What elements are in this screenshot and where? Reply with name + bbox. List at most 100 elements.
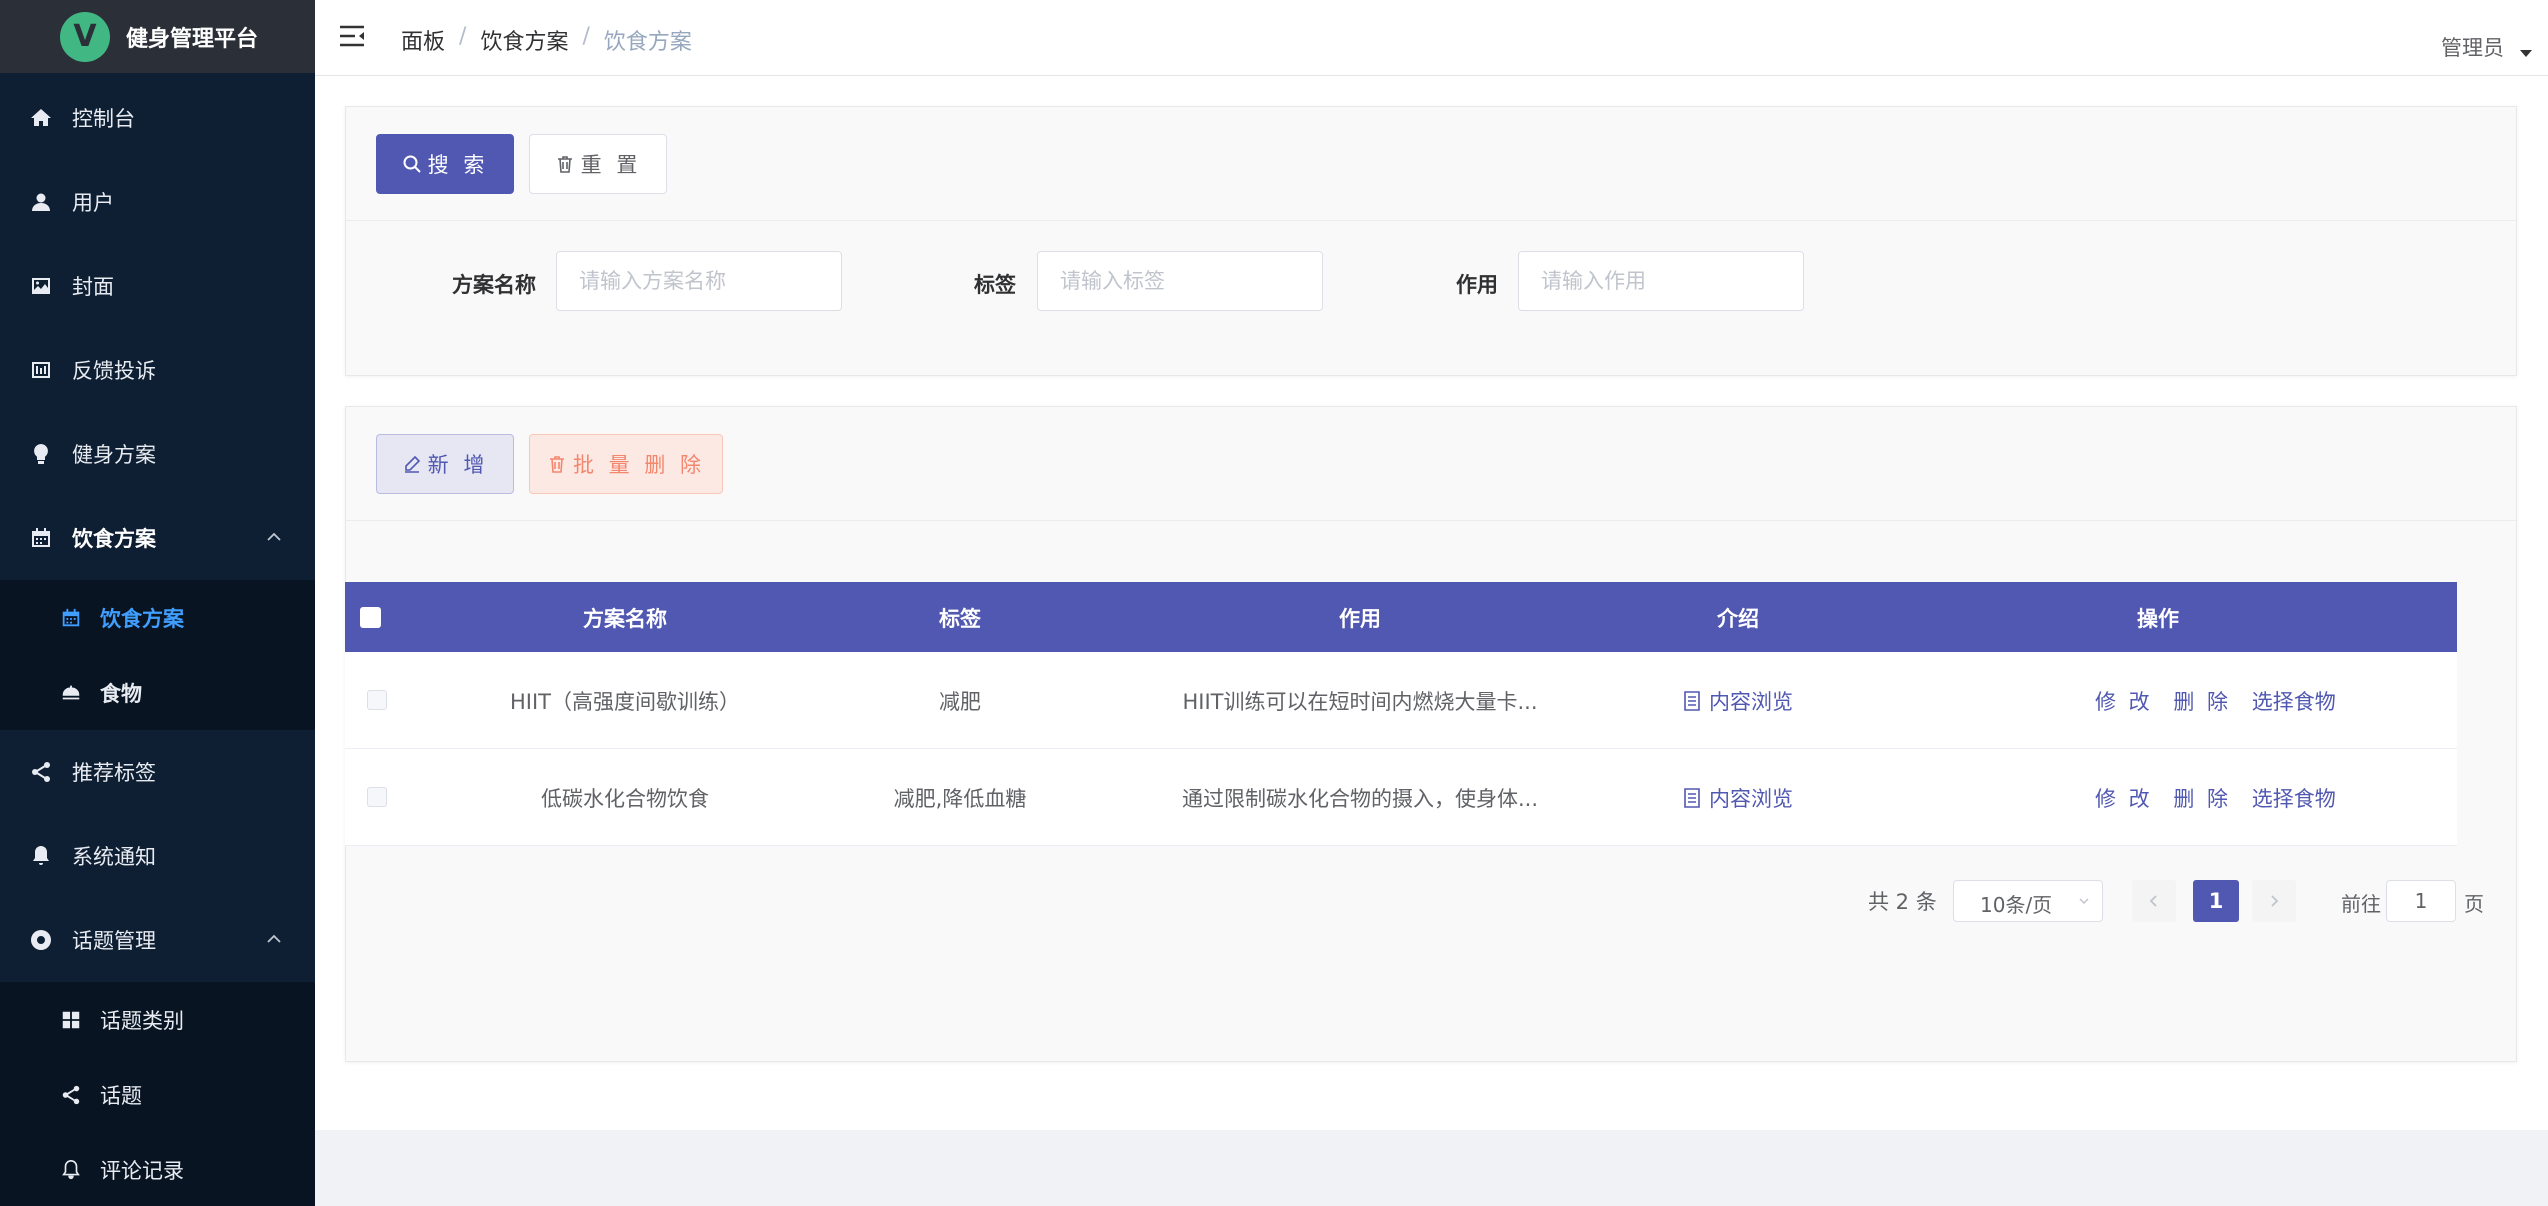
home-icon [28, 105, 54, 131]
row-actions: 修 改 删 除 选择食物 [2095, 783, 2350, 813]
goto-page-input[interactable] [2386, 880, 2456, 922]
content-view-link[interactable]: 内容浏览 [1683, 783, 1793, 813]
sidebar-item-diet-plan[interactable]: 饮食方案 [0, 496, 315, 580]
chevron-down-icon [2079, 898, 2089, 905]
plan-name-input[interactable] [556, 251, 842, 311]
reset-button[interactable]: 重 置 [529, 134, 667, 194]
effect-input[interactable] [1518, 251, 1804, 311]
tags-input[interactable] [1037, 251, 1323, 311]
sidebar-item-label: 系统通知 [72, 845, 156, 869]
sidebar-item-label: 评论记录 [100, 1158, 184, 1183]
breadcrumb-item-current: 饮食方案 [603, 30, 692, 55]
sidebar-item-label: 话题管理 [72, 929, 156, 953]
chevron-right-icon [2271, 895, 2279, 907]
edit-icon [404, 455, 420, 473]
trash-icon [549, 456, 564, 473]
page-number-current[interactable]: 1 [2193, 880, 2239, 922]
menu-toggle-icon[interactable] [339, 24, 365, 48]
image-icon [28, 273, 54, 299]
trash-icon [557, 156, 572, 173]
add-button[interactable]: 新 增 [376, 434, 514, 494]
breadcrumb: 面板 / 饮食方案 / 饮食方案 [401, 24, 692, 56]
sidebar-item-cover[interactable]: 封面 [0, 244, 315, 328]
delete-link[interactable]: 删 除 [2173, 690, 2231, 714]
edit-link[interactable]: 修 改 [2095, 690, 2153, 714]
select-food-link[interactable]: 选择食物 [2252, 787, 2336, 811]
edit-link[interactable]: 修 改 [2095, 787, 2153, 811]
sidebar-item-label: 话题 [100, 1083, 142, 1108]
form-label-plan-name: 方案名称 [452, 273, 536, 297]
sidebar-subitem-topic[interactable]: 话题 [0, 1057, 315, 1132]
column-header-intro: 介绍 [1717, 607, 1759, 631]
sidebar-item-label: 推荐标签 [72, 761, 156, 785]
bell-icon [58, 1157, 84, 1183]
sidebar-item-recommend-tags[interactable]: 推荐标签 [0, 730, 315, 814]
user-menu[interactable]: 管理员 [2441, 32, 2504, 62]
sidebar-item-label: 话题类别 [100, 1008, 184, 1033]
content-view-link[interactable]: 内容浏览 [1683, 686, 1793, 716]
breadcrumb-separator: / [459, 24, 467, 49]
calendar-icon [28, 525, 54, 551]
goto-suffix: 页 [2464, 892, 2484, 916]
sidebar-item-notifications[interactable]: 系统通知 [0, 814, 315, 898]
breadcrumb-item-diet[interactable]: 饮食方案 [480, 24, 568, 56]
select-all-checkbox[interactable] [360, 607, 381, 628]
lifebuoy-icon [28, 927, 54, 953]
column-header-name: 方案名称 [583, 607, 667, 631]
delete-link[interactable]: 删 除 [2173, 787, 2231, 811]
column-header-actions: 操作 [2137, 607, 2179, 631]
row-actions: 修 改 删 除 选择食物 [2095, 686, 2350, 716]
top-header: 面板 / 饮食方案 / 饮食方案 管理员 [315, 0, 2548, 76]
table-row: 低碳水化合物饮食 减肥,降低血糖 通过限制碳水化合物的摄入，使身体... 内容浏… [345, 749, 2457, 846]
app-title: 健身管理平台 [126, 26, 259, 52]
column-header-effect: 作用 [1339, 607, 1381, 631]
page-size-select[interactable]: 10条/页 [1953, 880, 2103, 922]
sidebar-subitem-diet-plan[interactable]: 饮食方案 [0, 580, 315, 655]
document-icon [1684, 691, 1700, 711]
app-root: V 健身管理平台 控制台 用户 封面 反馈投诉 健身方案 饮食方案 饮食方案 食… [0, 0, 2548, 1206]
sidebar-subitem-topic-category[interactable]: 话题类别 [0, 982, 315, 1057]
cell-plan-name: HIIT（高强度间歇训练） [509, 690, 740, 714]
table-row: HIIT（高强度间歇训练） 减肥 HIIT训练可以在短时间内燃烧大量卡... 内… [345, 652, 2457, 749]
sidebar-item-dashboard[interactable]: 控制台 [0, 76, 315, 160]
form-label-effect: 作用 [1456, 273, 1498, 297]
search-icon [403, 155, 421, 173]
chevron-up-icon [267, 532, 281, 541]
sidebar-item-topic-management[interactable]: 话题管理 [0, 898, 315, 982]
select-food-link[interactable]: 选择食物 [2252, 690, 2336, 714]
next-page-button[interactable] [2252, 880, 2296, 922]
dish-icon [58, 680, 84, 706]
user-icon [28, 189, 54, 215]
sidebar-subitem-comments[interactable]: 评论记录 [0, 1132, 315, 1206]
search-button[interactable]: 搜 索 [376, 134, 514, 194]
chevron-up-icon [267, 934, 281, 943]
prev-page-button[interactable] [2132, 880, 2176, 922]
document-icon [1684, 788, 1700, 808]
share-icon [28, 759, 54, 785]
row-checkbox[interactable] [367, 690, 387, 710]
sidebar-item-label: 用户 [72, 191, 114, 215]
sidebar-item-users[interactable]: 用户 [0, 160, 315, 244]
logo[interactable]: V 健身管理平台 [0, 0, 315, 73]
sidebar-item-label: 反馈投诉 [72, 359, 156, 383]
sidebar-item-feedback[interactable]: 反馈投诉 [0, 328, 315, 412]
cell-plan-name: 低碳水化合物饮食 [541, 787, 709, 811]
sidebar-item-fitness-plan[interactable]: 健身方案 [0, 412, 315, 496]
divider [346, 220, 2516, 221]
cell-effect: HIIT训练可以在短时间内燃烧大量卡... [1182, 690, 1538, 714]
bell-icon [28, 843, 54, 869]
share-icon [58, 1082, 84, 1108]
breadcrumb-item-dashboard[interactable]: 面板 [401, 24, 445, 56]
sidebar: V 健身管理平台 控制台 用户 封面 反馈投诉 健身方案 饮食方案 饮食方案 食… [0, 0, 315, 1206]
divider [346, 520, 2516, 521]
sidebar-item-label: 封面 [72, 275, 114, 299]
sidebar-item-label: 食物 [100, 681, 142, 706]
batch-delete-button[interactable]: 批 量 删 除 [529, 434, 723, 494]
sidebar-subitem-food[interactable]: 食物 [0, 655, 315, 730]
column-header-tags: 标签 [939, 607, 981, 631]
cell-intro: 内容浏览 [1663, 783, 1813, 813]
sidebar-item-label: 控制台 [72, 107, 135, 131]
sidebar-item-label: 健身方案 [72, 443, 156, 467]
caret-down-icon[interactable] [2520, 50, 2532, 57]
row-checkbox[interactable] [367, 787, 387, 807]
